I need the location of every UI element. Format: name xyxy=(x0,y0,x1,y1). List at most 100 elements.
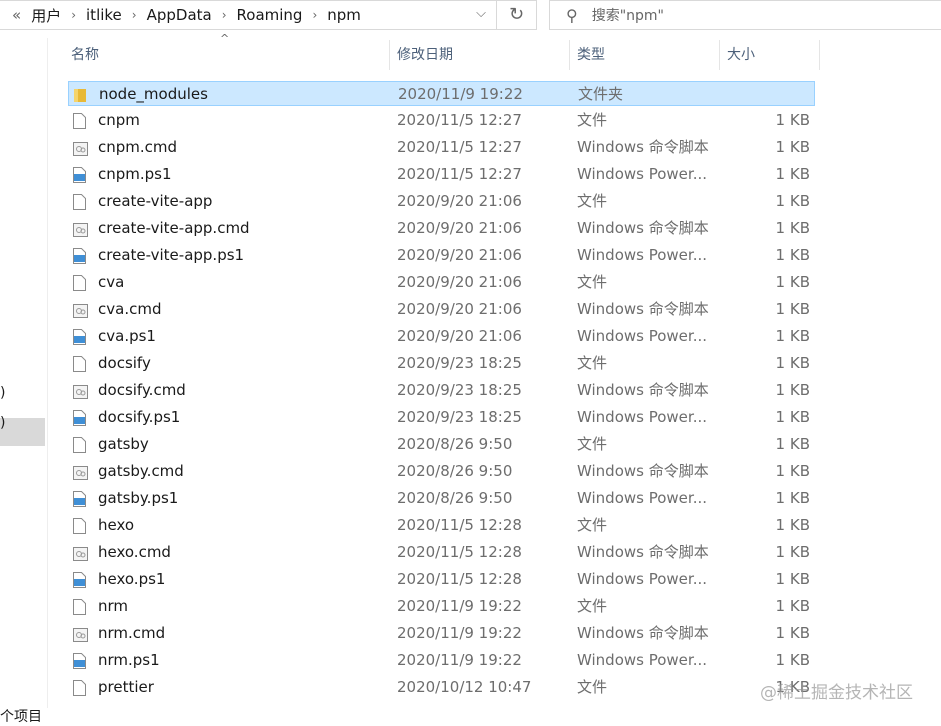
column-divider[interactable] xyxy=(719,40,720,70)
file-row[interactable]: gatsby.ps1 2020/8/26 9:50 Windows Power.… xyxy=(68,486,815,511)
file-row[interactable]: hexo.cmd 2020/11/5 12:28 Windows 命令脚本 1 … xyxy=(68,540,815,565)
refresh-button[interactable]: ↻ xyxy=(497,0,537,30)
file-type: Windows 命令脚本 xyxy=(577,219,709,237)
file-date: 2020/8/26 9:50 xyxy=(397,435,513,453)
column-header-type[interactable]: 类型 xyxy=(577,38,605,72)
folder-icon xyxy=(74,86,87,102)
column-header-date[interactable]: 修改日期 xyxy=(397,38,453,72)
column-divider[interactable] xyxy=(569,40,570,70)
file-date: 2020/11/5 12:27 xyxy=(397,111,522,129)
file-date: 2020/8/26 9:50 xyxy=(397,489,513,507)
file-type: Windows Power... xyxy=(577,651,708,669)
chevron-right-icon[interactable]: › xyxy=(71,8,76,22)
chevron-right-icon[interactable]: › xyxy=(222,8,227,22)
file-name: nrm xyxy=(98,597,129,615)
nav-item-text[interactable]: ) xyxy=(0,385,5,401)
chevron-right-icon[interactable]: › xyxy=(132,8,137,22)
file-row[interactable]: docsify 2020/9/23 18:25 文件 1 KB xyxy=(68,351,815,376)
chevron-down-icon[interactable]: ⌵ xyxy=(476,6,486,21)
file-type: Windows Power... xyxy=(577,246,708,264)
file-type: 文件 xyxy=(577,111,608,129)
search-input[interactable]: ⚲ 搜索"npm" xyxy=(549,0,941,30)
file-row[interactable]: create-vite-app.cmd 2020/9/20 21:06 Wind… xyxy=(68,216,815,241)
file-size: 1 KB xyxy=(775,435,810,453)
file-row[interactable]: cva 2020/9/20 21:06 文件 1 KB xyxy=(68,270,815,295)
breadcrumb-item[interactable]: AppData xyxy=(147,6,212,24)
file-size: 1 KB xyxy=(775,462,810,480)
chevron-right-icon[interactable]: › xyxy=(312,8,317,22)
file-row[interactable]: hexo 2020/11/5 12:28 文件 1 KB xyxy=(68,513,815,538)
file-date: 2020/9/20 21:06 xyxy=(397,273,522,291)
file-date: 2020/9/20 21:06 xyxy=(397,219,522,237)
file-type: 文件 xyxy=(577,597,608,615)
file-icon xyxy=(73,274,86,291)
file-row[interactable]: nrm.cmd 2020/11/9 19:22 Windows 命令脚本 1 K… xyxy=(68,621,815,646)
file-row[interactable]: create-vite-app 2020/9/20 21:06 文件 1 KB xyxy=(68,189,815,214)
breadcrumb-item[interactable]: itlike xyxy=(86,6,122,24)
cmd-icon xyxy=(73,139,88,156)
file-row[interactable]: gatsby 2020/8/26 9:50 文件 1 KB xyxy=(68,432,815,457)
search-placeholder: 搜索"npm" xyxy=(591,8,664,24)
file-row[interactable]: cva.ps1 2020/9/20 21:06 Windows Power...… xyxy=(68,324,815,349)
column-divider[interactable] xyxy=(819,40,820,70)
overflow-chevron[interactable]: « xyxy=(12,6,21,24)
file-size: 1 KB xyxy=(775,111,810,129)
file-row[interactable]: create-vite-app.ps1 2020/9/20 21:06 Wind… xyxy=(68,243,815,268)
file-name: nrm.cmd xyxy=(98,624,166,642)
file-icon xyxy=(73,517,86,534)
file-date: 2020/11/5 12:28 xyxy=(397,516,522,534)
file-type: 文件 xyxy=(577,192,608,210)
file-name: gatsby xyxy=(98,435,149,453)
file-row[interactable]: cnpm.cmd 2020/11/5 12:27 Windows 命令脚本 1 … xyxy=(68,135,815,160)
file-row[interactable]: cnpm.ps1 2020/11/5 12:27 Windows Power..… xyxy=(68,162,815,187)
column-header-name[interactable]: 名称 xyxy=(71,38,99,72)
navigation-pane[interactable]: ) ) xyxy=(0,38,48,708)
file-size: 1 KB xyxy=(775,543,810,561)
file-row[interactable]: nrm.ps1 2020/11/9 19:22 Windows Power...… xyxy=(68,648,815,673)
file-row[interactable]: prettier 2020/10/12 10:47 文件 1 KB xyxy=(68,675,815,700)
column-divider[interactable] xyxy=(389,40,390,70)
file-icon xyxy=(73,679,86,696)
file-date: 2020/11/5 12:28 xyxy=(397,543,522,561)
sort-ascending-icon: ^ xyxy=(220,32,230,45)
file-type: 文件 xyxy=(577,435,608,453)
file-date: 2020/9/20 21:06 xyxy=(397,192,522,210)
file-row[interactable]: docsify.cmd 2020/9/23 18:25 Windows 命令脚本… xyxy=(68,378,815,403)
file-name: prettier xyxy=(98,678,154,696)
file-name: gatsby.ps1 xyxy=(98,489,179,507)
file-size: 1 KB xyxy=(775,327,810,345)
file-icon xyxy=(73,436,86,453)
ps1-icon xyxy=(73,166,86,183)
file-size: 1 KB xyxy=(775,165,810,183)
file-row[interactable]: gatsby.cmd 2020/8/26 9:50 Windows 命令脚本 1… xyxy=(68,459,815,484)
file-name: cnpm.cmd xyxy=(98,138,178,156)
cmd-icon xyxy=(73,382,88,399)
cmd-icon xyxy=(73,220,88,237)
file-row[interactable]: cva.cmd 2020/9/20 21:06 Windows 命令脚本 1 K… xyxy=(68,297,815,322)
cmd-icon xyxy=(73,544,88,561)
file-row[interactable]: hexo.ps1 2020/11/5 12:28 Windows Power..… xyxy=(68,567,815,592)
nav-item-selected[interactable] xyxy=(0,418,45,446)
file-type: Windows 命令脚本 xyxy=(577,300,709,318)
file-type: 文件夹 xyxy=(578,85,624,103)
address-bar[interactable]: « 用户 › itlike › AppData › Roaming › npm ⌵ xyxy=(0,0,497,30)
status-item-count: 个项目 xyxy=(0,709,42,725)
file-date: 2020/11/5 12:27 xyxy=(397,165,522,183)
breadcrumb-item[interactable]: npm xyxy=(327,6,361,24)
nav-item-text[interactable]: ) xyxy=(0,415,5,431)
column-header-size[interactable]: 大小 xyxy=(727,38,755,72)
file-name: docsify.ps1 xyxy=(98,408,181,426)
file-name: cnpm xyxy=(98,111,140,129)
file-row[interactable]: node_modules 2020/11/9 19:22 文件夹 xyxy=(68,81,815,106)
file-row[interactable]: cnpm 2020/11/5 12:27 文件 1 KB xyxy=(68,108,815,133)
breadcrumb-item[interactable]: 用户 xyxy=(31,5,61,26)
file-icon xyxy=(73,355,86,372)
file-row[interactable]: nrm 2020/11/9 19:22 文件 1 KB xyxy=(68,594,815,619)
file-name: docsify xyxy=(98,354,151,372)
breadcrumb-item[interactable]: Roaming xyxy=(237,6,303,24)
file-size: 1 KB xyxy=(775,246,810,264)
file-icon xyxy=(73,598,86,615)
file-row[interactable]: docsify.ps1 2020/9/23 18:25 Windows Powe… xyxy=(68,405,815,430)
breadcrumb: 用户 › itlike › AppData › Roaming › npm xyxy=(21,5,365,26)
file-date: 2020/11/9 19:22 xyxy=(397,651,522,669)
